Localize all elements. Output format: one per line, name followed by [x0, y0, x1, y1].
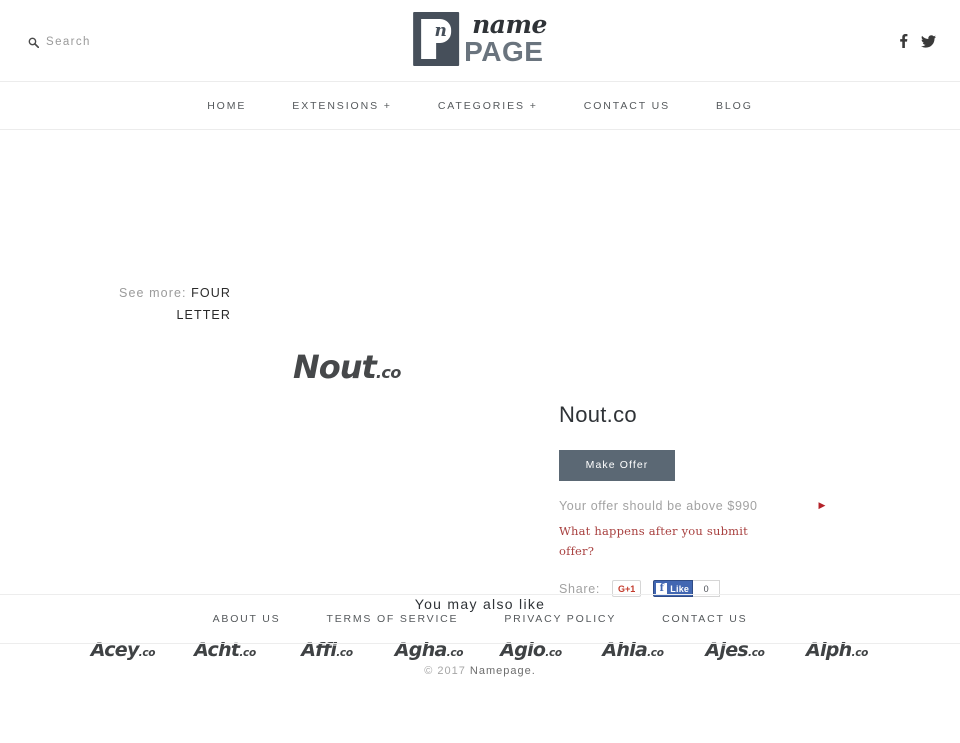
- offer-panel: Nout.co Make Offer Your offer should be …: [559, 402, 859, 597]
- facebook-like-label: Like: [670, 583, 690, 594]
- offer-faq-link[interactable]: What happens after you submit offer?: [559, 521, 771, 561]
- logo-mark-icon: n: [413, 12, 460, 66]
- also-like-tld: .co: [545, 647, 562, 659]
- search-label: Search: [46, 36, 91, 48]
- logo-page-text: PAGE: [464, 36, 544, 67]
- facebook-icon[interactable]: [898, 34, 909, 48]
- arrow-right-icon: ▶: [818, 500, 826, 510]
- offer-minimum-text: Your offer should be above $990: [559, 499, 758, 513]
- footer-link-privacy-policy[interactable]: PRIVACY POLICY: [481, 613, 639, 625]
- nav-item-blog[interactable]: BLOG: [693, 100, 776, 112]
- domain-artwork: Nout.co: [293, 348, 401, 386]
- footer-link-terms-of-service[interactable]: TERMS OF SERVICE: [303, 613, 481, 625]
- nav-item-extensions[interactable]: EXTENSIONS +: [269, 100, 415, 112]
- also-like-tld: .co: [138, 647, 156, 659]
- copyright-prefix: © 2017: [424, 665, 470, 677]
- domain-artwork-tld: .co: [375, 363, 402, 382]
- make-offer-button[interactable]: Make Offer: [559, 450, 675, 481]
- main-nav: HOME EXTENSIONS + CATEGORIES + CONTACT U…: [0, 82, 960, 130]
- domain-artwork-name: Nout: [293, 348, 377, 386]
- also-like-tld: .co: [239, 647, 256, 659]
- nav-item-contact-us[interactable]: CONTACT US: [561, 100, 693, 112]
- facebook-f-icon: f: [656, 583, 668, 594]
- see-more-label: See more:: [119, 286, 187, 300]
- site-header: Search n name PAGE: [0, 0, 960, 82]
- footer-link-about-us[interactable]: ABOUT US: [190, 613, 304, 625]
- also-like-tld: .co: [446, 647, 464, 659]
- social-links: [898, 34, 936, 48]
- footer-link-contact-us[interactable]: CONTACT US: [639, 613, 770, 625]
- also-like-tld: .co: [647, 647, 664, 659]
- footer-nav: ABOUT US TERMS OF SERVICE PRIVACY POLICY…: [0, 594, 960, 644]
- also-like-tld: .co: [336, 647, 353, 659]
- logo-mark-letter: n: [434, 21, 447, 41]
- copyright: © 2017 Namepage.: [0, 665, 960, 677]
- search-icon: [28, 37, 39, 48]
- also-like-tld: .co: [851, 647, 869, 659]
- copyright-brand: Namepage.: [469, 665, 536, 677]
- page-title: Nout.co: [559, 402, 637, 427]
- logo-name-text: name: [472, 10, 547, 39]
- twitter-icon[interactable]: [921, 34, 936, 48]
- see-more-block: See more: FOUR LETTER: [103, 282, 231, 326]
- nav-item-home[interactable]: HOME: [184, 100, 269, 112]
- site-logo[interactable]: n name PAGE: [413, 12, 547, 66]
- nav-item-categories[interactable]: CATEGORIES +: [415, 100, 561, 112]
- offer-minimum-note: Your offer should be above $990 ▶ What h…: [559, 496, 825, 561]
- search-button[interactable]: Search: [28, 36, 91, 48]
- also-like-tld: .co: [748, 647, 765, 659]
